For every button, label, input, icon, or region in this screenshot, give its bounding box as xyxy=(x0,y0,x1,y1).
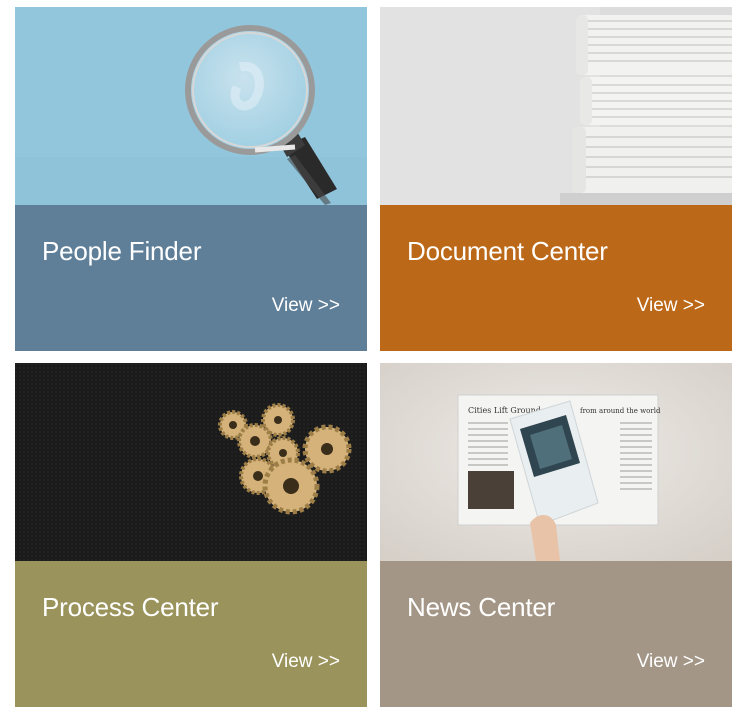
document-center-panel: Document Center View >> xyxy=(380,205,732,351)
tile-title: News Center xyxy=(407,592,556,622)
process-center-panel: Process Center View >> xyxy=(15,561,367,707)
view-link[interactable]: View >> xyxy=(637,295,705,317)
gears-photo xyxy=(15,363,367,561)
binders-photo xyxy=(380,7,732,205)
view-link[interactable]: View >> xyxy=(272,651,340,673)
people-finder-tile[interactable]: People Finder View >> xyxy=(15,7,367,351)
tile-title: Document Center xyxy=(407,236,608,266)
tile-title: Process Center xyxy=(42,592,219,622)
process-center-tile[interactable]: Process Center View >> xyxy=(15,363,367,707)
newspaper-photo: Cities Lift Ground from around the world xyxy=(380,363,732,561)
magnifying-glass-photo xyxy=(15,7,367,205)
tile-title: People Finder xyxy=(42,236,202,266)
document-center-tile[interactable]: Document Center View >> xyxy=(380,7,732,351)
people-finder-panel: People Finder View >> xyxy=(15,205,367,351)
news-center-tile[interactable]: Cities Lift Ground from around the world… xyxy=(380,363,732,707)
view-link[interactable]: View >> xyxy=(637,651,705,673)
view-link[interactable]: View >> xyxy=(272,295,340,317)
newspaper-headline-right: from around the world xyxy=(580,407,661,415)
news-center-panel: News Center View >> xyxy=(380,561,732,707)
